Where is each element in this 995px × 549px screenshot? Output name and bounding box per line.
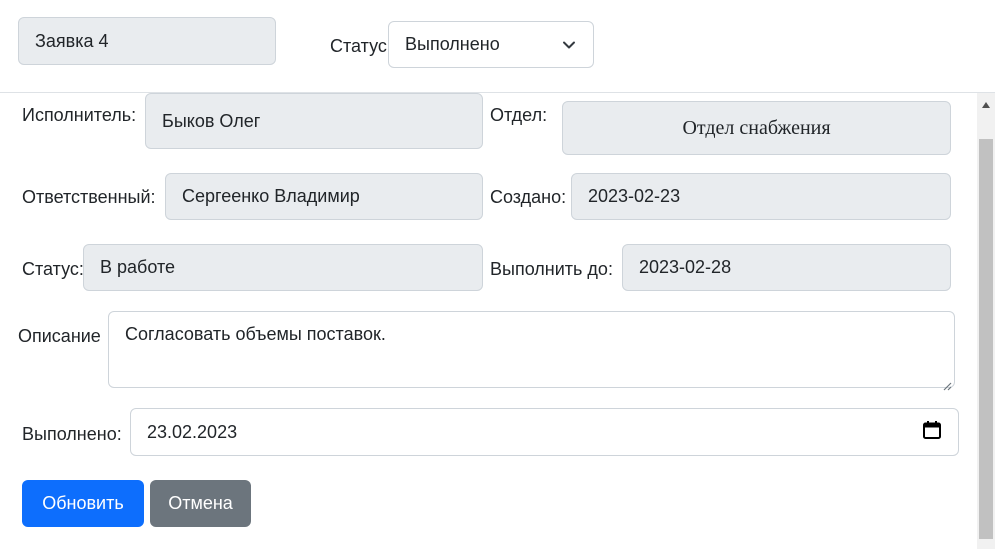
description-textarea[interactable]: Согласовать объемы поставок. xyxy=(108,311,955,391)
request-title: Заявка 4 xyxy=(35,30,109,51)
status-select-label: Статус xyxy=(330,36,387,56)
update-button[interactable]: Обновить xyxy=(22,480,144,527)
completed-label: Выполнено: xyxy=(22,424,122,444)
status-select-value: Выполнено xyxy=(405,34,500,54)
work-status-value: В работе xyxy=(100,257,176,277)
due-label: Выполнить до: xyxy=(490,259,613,279)
status-select[interactable]: Выполнено xyxy=(388,21,594,68)
department-value: Отдел снабжения xyxy=(682,116,831,139)
executor-field: Быков Олег xyxy=(145,93,483,149)
description-value: Согласовать объемы поставок. xyxy=(125,324,386,344)
chevron-down-icon xyxy=(561,37,577,53)
responsible-label: Ответственный: xyxy=(22,187,156,207)
resize-grip-icon[interactable] xyxy=(942,375,952,391)
form-body: Исполнитель: Быков Олег Отдел: Отдел сна… xyxy=(0,93,995,549)
executor-label: Исполнитель: xyxy=(22,105,137,125)
responsible-value: Сергеенко Владимир xyxy=(182,186,360,206)
executor-value: Быков Олег xyxy=(162,110,261,131)
vertical-scrollbar[interactable] xyxy=(977,93,995,549)
due-value: 2023-02-28 xyxy=(639,257,732,277)
due-field: 2023-02-28 xyxy=(622,244,951,291)
calendar-icon[interactable] xyxy=(922,420,942,445)
created-field: 2023-02-23 xyxy=(571,173,951,220)
created-value: 2023-02-23 xyxy=(588,186,681,206)
cancel-button[interactable]: Отмена xyxy=(150,480,251,527)
description-label: Описание xyxy=(18,326,101,346)
work-status-field: В работе xyxy=(83,244,483,291)
created-label: Создано: xyxy=(490,187,567,207)
department-field: Отдел снабжения xyxy=(562,101,951,155)
dialog-header: Заявка 4 Статус Выполнено xyxy=(0,0,995,93)
responsible-field: Сергеенко Владимир xyxy=(165,173,483,220)
work-status-label: Статус: xyxy=(22,259,84,279)
completed-date-input[interactable]: 23.02.2023 xyxy=(130,408,959,456)
completed-date-value: 23.02.2023 xyxy=(147,421,238,442)
request-dialog: Заявка 4 Статус Выполнено Исполнитель: Б… xyxy=(0,0,995,549)
scrollbar-thumb[interactable] xyxy=(979,139,993,539)
request-title-field: Заявка 4 xyxy=(18,17,276,65)
arrow-up-icon[interactable] xyxy=(977,95,995,115)
department-label: Отдел: xyxy=(490,105,548,125)
